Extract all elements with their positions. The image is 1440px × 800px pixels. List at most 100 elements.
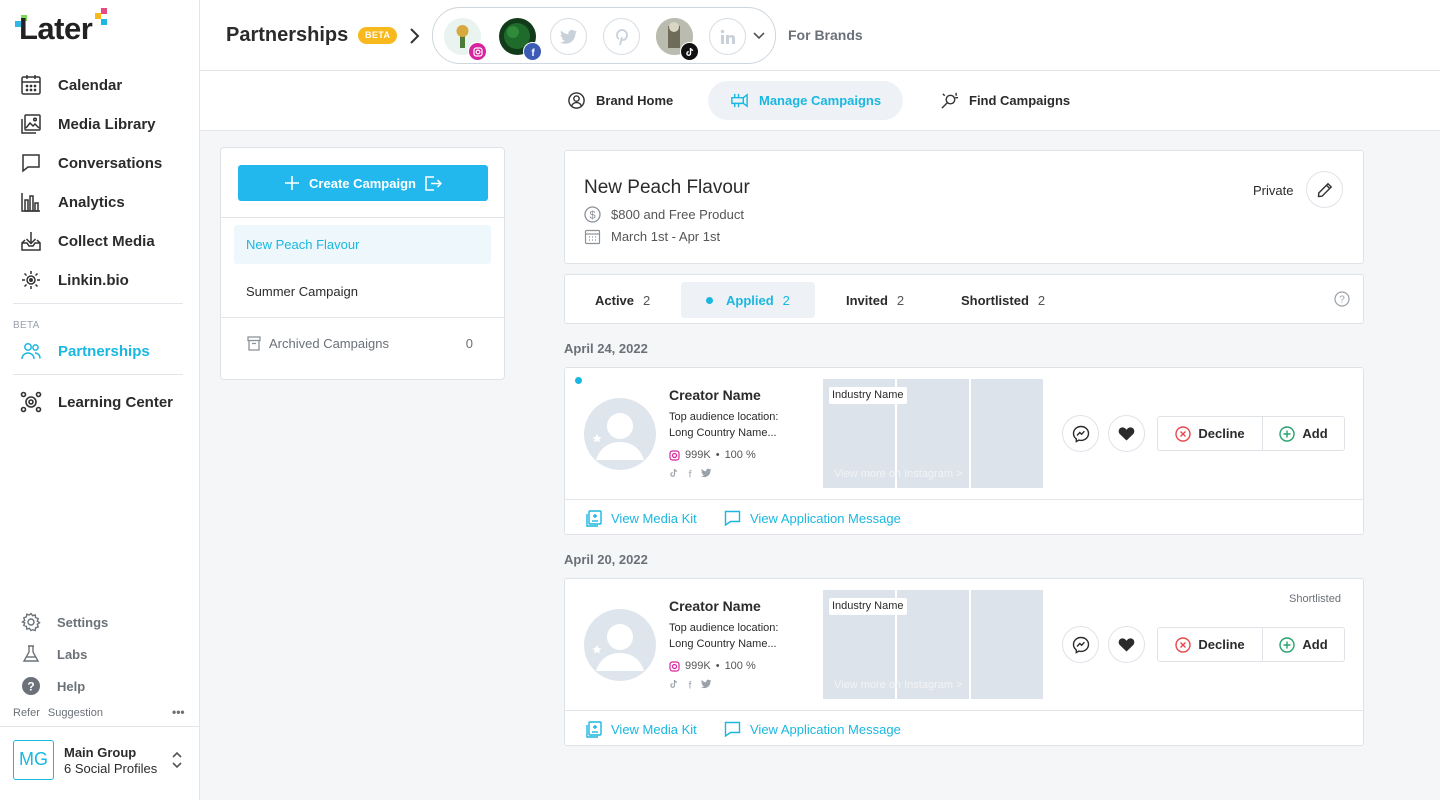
creator-name[interactable]: Creator Name [669, 388, 761, 402]
brand-home-icon [568, 92, 585, 109]
x-circle-icon [1175, 425, 1192, 442]
decline-button[interactable]: Decline [1157, 416, 1263, 451]
sidebar-item-label: Labs [57, 646, 88, 662]
sidebar-item-help[interactable]: ? Help [21, 675, 85, 697]
tab-active[interactable]: Active 2 [582, 282, 663, 318]
view-media-kit-link[interactable]: View Media Kit [586, 510, 697, 527]
add-button[interactable]: Add [1262, 627, 1345, 662]
view-application-message-link[interactable]: View Application Message [724, 721, 901, 737]
help-icon: ? [22, 677, 40, 695]
flask-icon [22, 645, 40, 662]
industry-tag: Industry Name [829, 598, 907, 615]
twitter-icon[interactable] [701, 679, 712, 689]
sidebar-item-learning-center[interactable]: Learning Center [20, 390, 173, 414]
for-brands-label[interactable]: For Brands [788, 28, 863, 42]
refer-link[interactable]: Refer [13, 708, 40, 719]
heart-icon [1118, 427, 1135, 441]
create-campaign-button[interactable]: Create Campaign [238, 165, 488, 201]
tab-shortlisted[interactable]: Shortlisted 2 [948, 282, 1058, 318]
sidebar-item-label: Media Library [58, 115, 156, 133]
view-application-message-link[interactable]: View Application Message [724, 510, 901, 526]
message-button[interactable] [1062, 626, 1099, 663]
profile-facebook[interactable]: f [499, 18, 542, 61]
sidebar-item-settings[interactable]: Settings [21, 611, 108, 633]
plus-circle-icon [1279, 425, 1296, 442]
profile-tiktok[interactable] [656, 18, 699, 61]
tab-applied[interactable]: Applied 2 [681, 282, 815, 318]
campaign-item[interactable]: Summer Campaign [234, 272, 491, 311]
audience-location-label: Top audience location: [669, 411, 779, 423]
creator-avatar[interactable] [584, 609, 656, 681]
creator-name[interactable]: Creator Name [669, 599, 761, 613]
view-media-kit-link[interactable]: View Media Kit [586, 721, 697, 738]
sidebar-divider [13, 303, 183, 304]
active-dot [706, 296, 713, 304]
group-profiles-count: 6 Social Profiles [64, 761, 158, 776]
more-options-button[interactable]: ••• [172, 706, 185, 718]
linkedin-icon [720, 29, 735, 44]
find-campaigns-icon [941, 92, 959, 109]
sidebar-item-media-library[interactable]: Media Library [20, 112, 156, 136]
sidebar-item-linkin-bio[interactable]: Linkin.bio [20, 268, 129, 292]
learning-icon [20, 391, 42, 413]
chevron-down-icon[interactable] [752, 28, 766, 44]
add-button[interactable]: Add [1262, 416, 1345, 451]
later-logo[interactable]: Later [15, 8, 107, 44]
view-media-kit-label: View Media Kit [611, 722, 697, 737]
sidebar-item-partnerships[interactable]: Partnerships [20, 339, 150, 363]
sidebar-item-labs[interactable]: Labs [21, 643, 87, 665]
view-more-instagram-link[interactable]: View more on Instagram > [834, 469, 963, 480]
audience-location: Top audience location: Long Country Name… [669, 409, 799, 441]
chevron-right-icon[interactable] [408, 26, 420, 46]
tab-count: 2 [1037, 292, 1046, 308]
sidebar-item-collect-media[interactable]: Collect Media [20, 229, 155, 253]
shortlist-button[interactable] [1108, 415, 1145, 452]
edit-campaign-button[interactable] [1306, 171, 1343, 208]
profile-pinterest[interactable] [603, 18, 640, 55]
media-preview[interactable]: Industry Name View more on Instagram > [823, 590, 1044, 699]
sidebar-item-conversations[interactable]: Conversations [20, 151, 162, 175]
facebook-icon[interactable]: f [685, 679, 695, 690]
sidebar-item-calendar[interactable]: Calendar [20, 73, 122, 97]
add-label: Add [1302, 637, 1328, 652]
svg-text:?: ? [1339, 295, 1345, 306]
archived-campaigns-link[interactable]: Archived Campaigns 0 [247, 336, 473, 351]
profile-twitter[interactable] [550, 18, 587, 55]
messenger-icon [1072, 636, 1089, 654]
manage-campaigns-icon [731, 93, 748, 108]
campaign-list-panel: Create Campaign New Peach Flavour Summer… [220, 147, 505, 380]
group-avatar: MG [13, 740, 54, 780]
tiktok-icon[interactable] [669, 468, 679, 478]
creator-avatar[interactable] [584, 398, 656, 470]
date-header: April 24, 2022 [564, 341, 648, 356]
creator-stats: 999K • 100 % [669, 450, 756, 461]
shortlist-button[interactable] [1108, 626, 1145, 663]
view-more-instagram-link[interactable]: View more on Instagram > [834, 680, 963, 691]
message-button[interactable] [1062, 415, 1099, 452]
sidebar-item-label: Conversations [58, 154, 163, 172]
suggestion-link[interactable]: Suggestion [48, 708, 103, 719]
media-preview[interactable]: Industry Name View more on Instagram > [823, 379, 1044, 488]
tab-find-campaigns[interactable]: Find Campaigns [918, 81, 1092, 120]
social-profile-selector[interactable]: f [432, 7, 776, 64]
help-circle-icon[interactable]: ? [1334, 291, 1350, 307]
archived-label: Archived Campaigns [269, 336, 389, 351]
facebook-icon[interactable]: f [685, 468, 695, 479]
sidebar-item-label: Analytics [58, 193, 125, 211]
tab-manage-campaigns[interactable]: Manage Campaigns [708, 81, 904, 120]
profile-instagram[interactable] [444, 18, 487, 61]
tab-brand-home[interactable]: Brand Home [545, 81, 695, 120]
group-switcher[interactable]: MG Main Group 6 Social Profiles [0, 726, 199, 800]
tiktok-icon[interactable] [669, 679, 679, 689]
twitter-icon[interactable] [701, 468, 712, 478]
campaign-item[interactable]: New Peach Flavour [234, 225, 491, 264]
x-circle-icon [1175, 636, 1192, 653]
industry-tag: Industry Name [829, 387, 907, 404]
decline-button[interactable]: Decline [1157, 627, 1263, 662]
profile-linkedin[interactable] [709, 18, 746, 55]
campaign-title: New Peach Flavour [584, 177, 750, 198]
create-campaign-label: Create Campaign [309, 175, 416, 191]
sidebar-item-analytics[interactable]: Analytics [20, 190, 125, 214]
svg-text:f: f [531, 48, 535, 57]
tab-invited[interactable]: Invited 2 [833, 282, 917, 318]
